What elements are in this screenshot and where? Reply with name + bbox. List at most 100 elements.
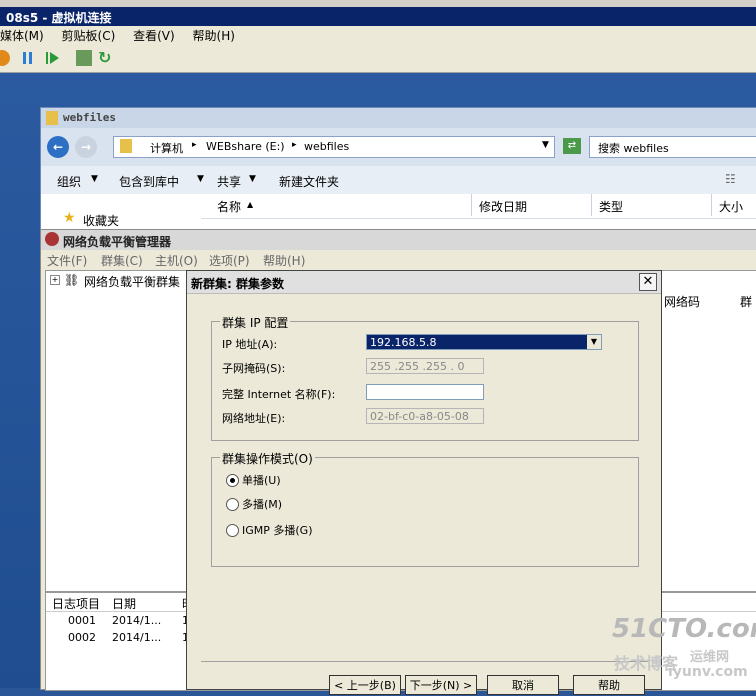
folder-icon bbox=[120, 139, 132, 153]
ip-config-group: 群集 IP 配置 IP 地址(A): 192.168.5.8 ▼ 子网掩码(S)… bbox=[211, 314, 639, 441]
nlb-title: 网络负载平衡管理器 bbox=[63, 235, 172, 249]
ip-address-combo[interactable]: 192.168.5.8 ▼ bbox=[366, 334, 602, 350]
address-bar[interactable]: 计算机 ▸ WEBshare (E:) ▸ webfiles ▼ bbox=[113, 136, 555, 158]
cmd-organize[interactable]: 组织 bbox=[57, 173, 81, 190]
log-col-entry[interactable]: 日志项目 bbox=[52, 595, 100, 612]
menu-help[interactable]: 帮助(H) bbox=[193, 26, 235, 46]
cmd-include-library[interactable]: 包含到库中 bbox=[119, 173, 179, 190]
log-row-date[interactable]: 2014/1... bbox=[112, 614, 161, 627]
nlb-menu-options[interactable]: 选项(P) bbox=[209, 252, 250, 269]
crumb-sep-icon: ▸ bbox=[192, 140, 197, 150]
dialog-title: 新群集: 群集参数 bbox=[191, 277, 284, 291]
col-divider bbox=[591, 194, 592, 216]
col-name[interactable]: 名称 bbox=[217, 198, 241, 215]
forward-icon[interactable]: → bbox=[75, 136, 97, 158]
watermark-iyunv: iyunv.com bbox=[668, 664, 748, 680]
nlb-tree-pane: + ⛓ 网络负载平衡群集 bbox=[45, 270, 191, 592]
vm-title-bar: 08s5 - 虚拟机连接 bbox=[0, 0, 756, 26]
search-input[interactable]: 搜索 webfiles bbox=[589, 136, 756, 158]
unicast-label[interactable]: 单播(U) bbox=[242, 472, 281, 488]
help-button[interactable]: 帮助 bbox=[573, 675, 645, 695]
nlb-app-icon bbox=[45, 232, 59, 246]
crumb-drive[interactable]: WEBshare (E:) bbox=[206, 140, 285, 153]
col-size[interactable]: 大小 bbox=[719, 198, 743, 215]
mask-label: 子网掩码(S): bbox=[222, 362, 286, 375]
back-icon[interactable]: ← bbox=[47, 136, 69, 158]
pause-icon[interactable] bbox=[20, 50, 36, 66]
title-strip bbox=[0, 0, 756, 7]
shutdown-icon[interactable] bbox=[0, 50, 10, 66]
refresh-icon[interactable]: ⇄ bbox=[563, 138, 581, 154]
log-row-date[interactable]: 2014/1... bbox=[112, 631, 161, 644]
network-address-field[interactable]: 02-bf-c0-a8-05-08 bbox=[366, 408, 484, 424]
detail-col-mask[interactable]: 网络码 bbox=[664, 293, 700, 310]
network-icon: ⛓ bbox=[64, 273, 80, 287]
explorer-column-header: 名称 ▲ 修改日期 类型 大小 bbox=[201, 194, 756, 219]
chevron-down-icon: ▼ bbox=[91, 174, 98, 184]
revert-icon[interactable]: ↻ bbox=[98, 50, 114, 66]
col-modified[interactable]: 修改日期 bbox=[479, 198, 527, 215]
menu-clipboard[interactable]: 剪贴板(C) bbox=[62, 26, 116, 46]
explorer-title: webfiles bbox=[63, 111, 116, 124]
subnet-mask-field[interactable]: 255 .255 .255 . 0 bbox=[366, 358, 484, 374]
expand-icon[interactable]: + bbox=[50, 275, 60, 285]
operation-mode-group: 群集操作模式(O) 单播(U) 多播(M) IGMP 多播(G) bbox=[211, 450, 639, 567]
watermark-yunwei: 运维网 bbox=[690, 650, 730, 665]
ip-label: IP 地址(A): bbox=[222, 338, 278, 351]
nlb-menu-cluster[interactable]: 群集(C) bbox=[101, 252, 143, 269]
nlb-menu-host[interactable]: 主机(O) bbox=[155, 252, 198, 269]
nlb-menu-file[interactable]: 文件(F) bbox=[47, 252, 87, 269]
cancel-button[interactable]: 取消 bbox=[487, 675, 559, 695]
multicast-label[interactable]: 多播(M) bbox=[242, 496, 282, 512]
folder-icon bbox=[46, 111, 58, 125]
nav-favorites[interactable]: 收藏夹 bbox=[83, 212, 119, 229]
log-row-id[interactable]: 0002 bbox=[68, 631, 96, 644]
network-address-value: 02-bf-c0-a8-05-08 bbox=[370, 410, 469, 423]
log-row-id[interactable]: 0001 bbox=[68, 614, 96, 627]
col-type[interactable]: 类型 bbox=[599, 198, 623, 215]
col-divider bbox=[471, 194, 472, 216]
vm-title: 08s5 - 虚拟机连接 bbox=[6, 11, 112, 25]
operation-mode-legend: 群集操作模式(O) bbox=[220, 450, 315, 467]
mask-value: 255 .255 .255 . 0 bbox=[370, 360, 465, 373]
dialog-separator bbox=[201, 661, 649, 662]
menu-view[interactable]: 查看(V) bbox=[133, 26, 175, 46]
snapshot-icon[interactable] bbox=[76, 50, 92, 66]
igmp-multicast-label[interactable]: IGMP 多播(G) bbox=[242, 522, 313, 538]
explorer-window: webfiles ← → 计算机 ▸ WEBshare (E:) ▸ webfi… bbox=[40, 107, 756, 239]
menu-media[interactable]: 媒体(M) bbox=[0, 26, 44, 46]
log-col-date[interactable]: 日期 bbox=[112, 595, 136, 612]
search-placeholder: 搜索 webfiles bbox=[598, 142, 669, 155]
nlb-title-bar: 网络负载平衡管理器 bbox=[41, 230, 756, 250]
igmp-multicast-radio[interactable] bbox=[226, 524, 239, 537]
new-cluster-dialog: 新群集: 群集参数 ✕ 群集 IP 配置 IP 地址(A): 192.168.5… bbox=[186, 270, 662, 695]
crumb-folder[interactable]: webfiles bbox=[304, 140, 349, 153]
vm-toolbar: ↻ bbox=[0, 46, 756, 73]
explorer-title-bar: webfiles bbox=[41, 108, 756, 128]
chevron-down-icon[interactable]: ▼ bbox=[587, 335, 601, 349]
explorer-address-row: ← → 计算机 ▸ WEBshare (E:) ▸ webfiles ▼ ⇄ 搜… bbox=[41, 128, 756, 166]
detail-col-cluster[interactable]: 群 bbox=[740, 293, 752, 310]
crumb-computer[interactable]: 计算机 bbox=[150, 140, 183, 156]
close-icon[interactable]: ✕ bbox=[639, 273, 657, 291]
resume-icon[interactable] bbox=[44, 50, 60, 66]
internet-name-field[interactable] bbox=[366, 384, 484, 400]
cmd-new-folder[interactable]: 新建文件夹 bbox=[279, 173, 339, 190]
dialog-title-bar: 新群集: 群集参数 ✕ bbox=[187, 271, 661, 294]
ip-value: 192.168.5.8 bbox=[370, 336, 437, 349]
back-button[interactable]: < 上一步(B) bbox=[329, 675, 401, 695]
ip-config-legend: 群集 IP 配置 bbox=[220, 314, 291, 331]
explorer-command-bar: 组织 ▼ 包含到库中 ▼ 共享 ▼ 新建文件夹 ☷ bbox=[41, 166, 756, 195]
next-button[interactable]: 下一步(N) > bbox=[405, 675, 477, 695]
vm-menubar: 媒体(M) 剪贴板(C) 查看(V) 帮助(H) bbox=[0, 26, 756, 46]
address-dropdown-icon[interactable]: ▼ bbox=[542, 140, 549, 150]
multicast-radio[interactable] bbox=[226, 498, 239, 511]
unicast-radio[interactable] bbox=[226, 474, 239, 487]
view-options-icon[interactable]: ☷ bbox=[725, 172, 736, 186]
chevron-down-icon: ▼ bbox=[249, 174, 256, 184]
internet-name-label: 完整 Internet 名称(F): bbox=[222, 388, 336, 401]
star-icon: ★ bbox=[63, 210, 76, 226]
tree-root-label[interactable]: 网络负载平衡群集 bbox=[84, 273, 180, 290]
nlb-menu-help[interactable]: 帮助(H) bbox=[263, 252, 305, 269]
cmd-share[interactable]: 共享 bbox=[217, 173, 241, 190]
